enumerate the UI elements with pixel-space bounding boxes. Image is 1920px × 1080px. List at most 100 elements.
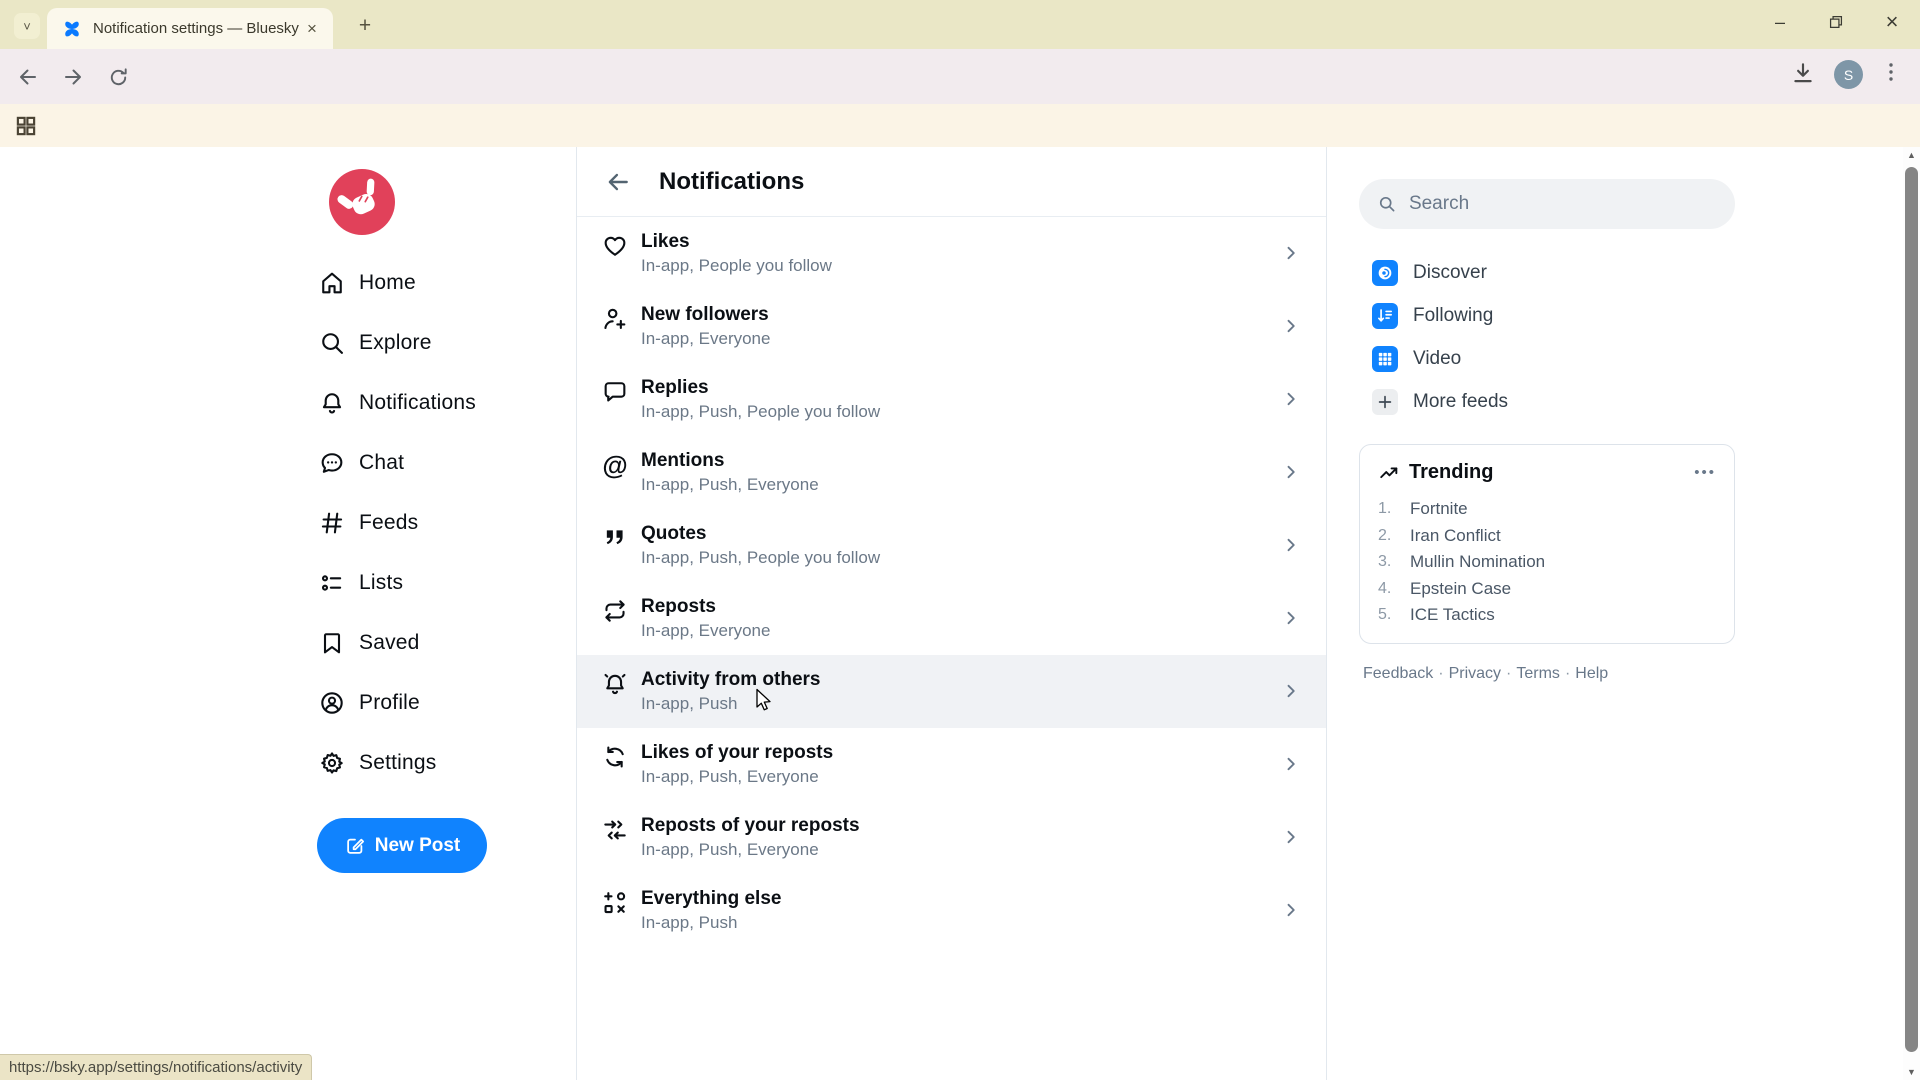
reload-button[interactable] xyxy=(101,60,135,94)
chevron-right-icon xyxy=(1280,826,1302,848)
menu-button[interactable] xyxy=(1879,60,1903,84)
setting-row-subtitle: In-app, Everyone xyxy=(641,327,1280,351)
feed-link-following[interactable]: Following xyxy=(1372,294,1735,337)
setting-row-title: Likes of your reposts xyxy=(641,740,1280,765)
sidebar-item-label: Notifications xyxy=(359,391,476,415)
footer-link-privacy[interactable]: Privacy xyxy=(1449,665,1501,682)
trending-list: 1.Fortnite2.Iran Conflict3.Mullin Nomina… xyxy=(1378,496,1716,629)
notification-setting-row-activity-from-others[interactable]: Activity from othersIn-app, Push xyxy=(577,655,1326,728)
chevron-right-icon xyxy=(1280,680,1302,702)
new-post-label: New Post xyxy=(375,835,461,857)
trending-up-icon xyxy=(1378,462,1400,484)
feed-link-label: Discover xyxy=(1413,262,1487,284)
setting-row-subtitle: In-app, Push xyxy=(641,692,1280,716)
saved-icon xyxy=(318,629,346,657)
setting-row-title: Reposts xyxy=(641,594,1280,619)
notification-setting-row-reposts[interactable]: RepostsIn-app, Everyone xyxy=(577,582,1326,655)
forward-button[interactable] xyxy=(56,60,90,94)
notification-setting-row-everything-else[interactable]: Everything elseIn-app, Push xyxy=(577,874,1326,947)
notification-setting-row-reposts-of-your-reposts[interactable]: Reposts of your repostsIn-app, Push, Eve… xyxy=(577,801,1326,874)
trending-menu-icon[interactable]: ••• xyxy=(1694,464,1716,481)
feed-link-discover[interactable]: Discover xyxy=(1372,251,1735,294)
notification-setting-row-new-followers[interactable]: New followersIn-app, Everyone xyxy=(577,290,1326,363)
trending-topic-mullin-nomination[interactable]: 3.Mullin Nomination xyxy=(1378,549,1716,576)
sidebar-item-explore[interactable]: Explore xyxy=(318,313,558,373)
notification-setting-row-mentions[interactable]: @MentionsIn-app, Push, Everyone xyxy=(577,436,1326,509)
notification-setting-row-likes[interactable]: LikesIn-app, People you follow xyxy=(577,217,1326,290)
chevron-right-icon xyxy=(1280,388,1302,410)
notification-settings-list: LikesIn-app, People you followNew follow… xyxy=(577,217,1326,947)
search-input[interactable] xyxy=(1409,193,1717,215)
sidebar-item-label: Saved xyxy=(359,631,420,655)
trending-topic-fortnite[interactable]: 1.Fortnite xyxy=(1378,496,1716,523)
repost-icon xyxy=(601,597,629,625)
scroll-down-icon[interactable]: ▼ xyxy=(1903,1064,1920,1080)
sidebar-item-lists[interactable]: Lists xyxy=(318,553,558,613)
back-button-page[interactable] xyxy=(601,165,635,199)
forward-arrow-icon xyxy=(61,65,85,89)
sidebar-item-saved[interactable]: Saved xyxy=(318,613,558,673)
footer-link-terms[interactable]: Terms xyxy=(1516,665,1560,682)
page-scrollbar[interactable]: ▲ ▼ xyxy=(1903,147,1920,1080)
notification-setting-row-quotes[interactable]: QuotesIn-app, Push, People you follow xyxy=(577,509,1326,582)
footer-link-feedback[interactable]: Feedback xyxy=(1363,665,1433,682)
feed-link-video[interactable]: Video xyxy=(1372,337,1735,380)
apps-grid-icon[interactable] xyxy=(13,113,39,139)
video-feed-icon xyxy=(1372,346,1398,372)
sidebar-item-label: Home xyxy=(359,271,416,295)
person-add-icon xyxy=(601,305,629,333)
trending-topic-iran-conflict[interactable]: 2.Iran Conflict xyxy=(1378,523,1716,550)
new-tab-button[interactable]: + xyxy=(352,13,378,39)
heart-icon xyxy=(601,232,629,260)
sidebar-item-chat[interactable]: Chat xyxy=(318,433,558,493)
setting-row-subtitle: In-app, Push, Everyone xyxy=(641,473,1280,497)
tab-close-icon[interactable]: × xyxy=(301,18,323,40)
setting-row-subtitle: In-app, Push, People you follow xyxy=(641,546,1280,570)
explore-icon xyxy=(318,329,346,357)
trending-rank: 2. xyxy=(1378,527,1400,545)
sidebar-item-home[interactable]: Home xyxy=(318,253,558,313)
setting-row-title: Mentions xyxy=(641,448,1280,473)
kebab-menu-icon xyxy=(1879,60,1903,84)
more-feeds-icon xyxy=(1372,389,1398,415)
sidebar-item-notifications[interactable]: Notifications xyxy=(318,373,558,433)
restore-button[interactable] xyxy=(1808,0,1864,44)
notification-setting-row-replies[interactable]: RepliesIn-app, Push, People you follow xyxy=(577,363,1326,436)
trending-rank: 3. xyxy=(1378,553,1400,571)
trending-card: Trending ••• 1.Fortnite2.Iran Conflict3.… xyxy=(1359,444,1735,644)
browser-tab[interactable]: Notification settings — Bluesky × xyxy=(47,8,333,49)
tab-search-button[interactable]: ˅ xyxy=(14,13,40,39)
close-window-button[interactable]: × xyxy=(1864,0,1920,44)
new-post-button[interactable]: New Post xyxy=(317,818,487,873)
search-icon xyxy=(1377,193,1397,215)
trending-rank: 5. xyxy=(1378,606,1400,624)
trending-topic-ice-tactics[interactable]: 5.ICE Tactics xyxy=(1378,602,1716,629)
scroll-up-icon[interactable]: ▲ xyxy=(1903,147,1920,163)
feed-link-more-feeds[interactable]: More feeds xyxy=(1372,380,1735,423)
quotes-icon xyxy=(601,524,629,552)
chevron-right-icon xyxy=(1280,899,1302,921)
scrollbar-thumb[interactable] xyxy=(1905,167,1918,1052)
downloads-button[interactable] xyxy=(1790,60,1816,86)
feed-link-label: Following xyxy=(1413,305,1493,327)
user-avatar-shaka[interactable] xyxy=(329,169,395,235)
feeds-icon xyxy=(318,509,346,537)
footer-link-help[interactable]: Help xyxy=(1575,665,1608,682)
search-box[interactable] xyxy=(1359,179,1735,229)
back-arrow-icon xyxy=(16,65,40,89)
sidebar-item-feeds[interactable]: Feeds xyxy=(318,493,558,553)
trending-topic-epstein-case[interactable]: 4.Epstein Case xyxy=(1378,576,1716,603)
sidebar-item-profile[interactable]: Profile xyxy=(318,673,558,733)
notification-setting-row-likes-of-your-reposts[interactable]: Likes of your repostsIn-app, Push, Every… xyxy=(577,728,1326,801)
minimize-button[interactable]: – xyxy=(1752,0,1808,44)
back-button[interactable] xyxy=(11,60,45,94)
reply-bubble-icon xyxy=(601,378,629,406)
profile-avatar[interactable]: S xyxy=(1834,60,1863,89)
chevron-right-icon xyxy=(1280,242,1302,264)
browser-window: ˅ Notification settings — Bluesky × + – … xyxy=(0,0,1920,1080)
profile-icon xyxy=(318,689,346,717)
sidebar-item-settings[interactable]: Settings xyxy=(318,733,558,793)
chevron-right-icon xyxy=(1280,607,1302,629)
download-icon xyxy=(1790,60,1816,86)
chevron-right-icon xyxy=(1280,315,1302,337)
